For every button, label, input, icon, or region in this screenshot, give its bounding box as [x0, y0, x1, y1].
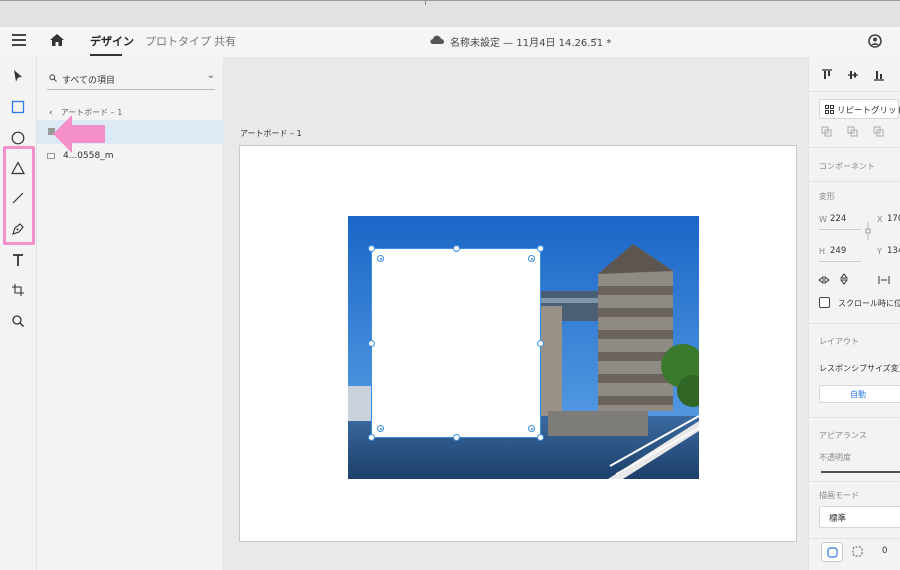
width-field[interactable]: 224: [830, 214, 846, 224]
rounded-square-icon: [827, 547, 838, 558]
radius-each-toggle[interactable]: [847, 542, 869, 562]
ellipse-tool-icon[interactable]: [9, 129, 27, 147]
text-tool-icon[interactable]: [9, 251, 27, 269]
search-icon: [49, 74, 57, 82]
transform-heading: 変形: [819, 192, 835, 201]
tab-design[interactable]: デザイン: [90, 33, 134, 49]
pen-tool-icon[interactable]: [9, 220, 27, 238]
title-bar: [0, 0, 900, 27]
corner-radius-handle[interactable]: [377, 425, 384, 432]
pointer-arrow-annotation: [53, 115, 105, 153]
chevron-down-icon[interactable]: ⌄: [207, 70, 215, 81]
app-header: デザイン プロトタイプ 共有 名称未設定 — 11月4日 14.26.51 * …: [0, 27, 900, 57]
chevron-down-icon[interactable]: ⌄: [592, 33, 600, 43]
radius-all-toggle[interactable]: [821, 542, 843, 562]
tab-prototype[interactable]: プロトタイプ: [145, 33, 211, 49]
auto-label: 自動: [850, 390, 866, 399]
align-top-icon[interactable]: [821, 69, 833, 81]
opacity-slider[interactable]: [821, 471, 900, 473]
flip-horizontal-icon[interactable]: [818, 275, 830, 285]
resize-handle[interactable]: [453, 245, 460, 252]
resize-handle[interactable]: [453, 434, 460, 441]
y-field[interactable]: 134: [887, 246, 900, 256]
align-middle-icon[interactable]: [847, 69, 859, 81]
boolean-subtract-icon[interactable]: [847, 126, 858, 137]
layer-search-input[interactable]: すべての項目 ⌄: [47, 68, 215, 90]
artboard-tool-icon[interactable]: [9, 281, 27, 299]
home-icon[interactable]: [49, 33, 65, 47]
resize-handle[interactable]: [537, 245, 544, 252]
property-inspector: リピートグリッド コンポーネント 変形 W 224 X 170 H 249 Y …: [808, 57, 900, 570]
repeat-grid-label: リピートグリッド: [837, 106, 900, 116]
zoom-icon[interactable]: [9, 312, 27, 330]
cloud-icon: [430, 35, 444, 44]
blend-mode-select[interactable]: 標準: [819, 506, 900, 528]
artboard[interactable]: [239, 145, 797, 542]
height-field[interactable]: 249: [830, 246, 846, 256]
grid-icon: [825, 105, 834, 114]
tools-panel: [0, 57, 37, 570]
repeat-grid-button[interactable]: リピートグリッド: [819, 99, 900, 119]
boolean-add-icon[interactable]: [821, 126, 832, 137]
lock-aspect-icon[interactable]: [864, 221, 872, 241]
resize-handle[interactable]: [537, 340, 544, 347]
polygon-tool-icon[interactable]: [9, 159, 27, 177]
canvas[interactable]: アートボード – 1: [224, 57, 808, 570]
menu-icon[interactable]: [12, 34, 26, 46]
selected-rectangle[interactable]: [368, 245, 544, 441]
blend-mode-value: 標準: [829, 514, 847, 524]
tab-share[interactable]: 共有: [214, 33, 236, 49]
align-bottom-icon[interactable]: [873, 69, 885, 81]
fix-position-checkbox[interactable]: [819, 297, 830, 308]
resize-handle[interactable]: [368, 434, 375, 441]
appearance-heading: アピアランス: [819, 431, 867, 440]
document-title[interactable]: 名称未設定 — 11月4日 14.26.51 *: [450, 34, 611, 49]
blend-mode-label: 描画モード: [819, 491, 859, 500]
component-heading: コンポーネント: [819, 162, 875, 171]
resize-handle[interactable]: [368, 245, 375, 252]
height-label: H: [819, 247, 826, 256]
radius-field[interactable]: 0: [882, 546, 887, 556]
rotate-icon[interactable]: [878, 275, 890, 285]
resize-handle[interactable]: [368, 340, 375, 347]
y-label: Y: [877, 247, 882, 256]
fix-position-label: スクロール時に位置: [838, 299, 900, 308]
x-field[interactable]: 170: [887, 214, 900, 224]
auto-button[interactable]: 自動: [819, 385, 900, 403]
select-tool-icon[interactable]: [9, 67, 27, 85]
dashed-square-icon: [852, 546, 863, 557]
image-layer-icon: [47, 152, 55, 159]
resize-handle[interactable]: [537, 434, 544, 441]
rectangle-tool-icon[interactable]: [9, 98, 27, 116]
opacity-label: 不透明度: [819, 453, 851, 462]
artboard-label[interactable]: アートボード – 1: [240, 128, 302, 139]
responsive-resize-label: レスポンシブサイズ変更: [819, 364, 900, 373]
x-label: X: [877, 215, 883, 224]
line-tool-icon[interactable]: [9, 189, 27, 207]
layout-heading: レイアウト: [819, 337, 859, 346]
active-tab-indicator: [90, 54, 122, 56]
width-label: W: [819, 215, 827, 224]
flip-vertical-icon[interactable]: [839, 273, 849, 285]
corner-radius-handle[interactable]: [528, 425, 535, 432]
corner-radius-handle[interactable]: [377, 255, 384, 262]
boolean-intersect-icon[interactable]: [873, 126, 884, 137]
user-icon[interactable]: [868, 34, 882, 48]
search-placeholder: すべての項目: [62, 76, 116, 86]
xd-window: デザイン プロトタイプ 共有 名称未設定 — 11月4日 14.26.51 * …: [0, 0, 900, 570]
corner-radius-handle[interactable]: [528, 255, 535, 262]
